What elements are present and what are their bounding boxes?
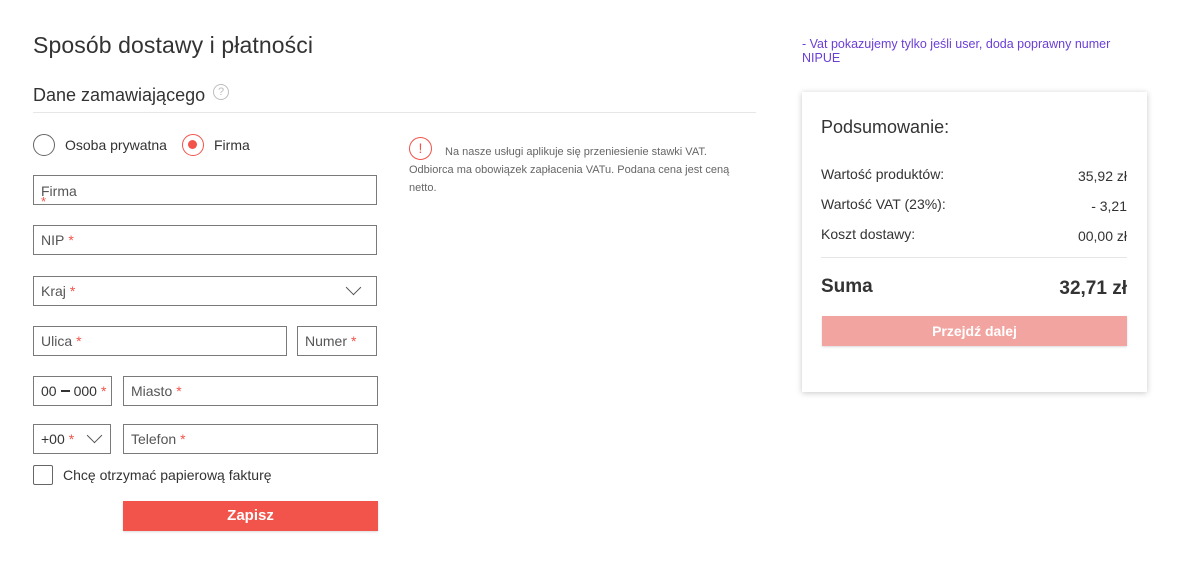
nip-required-mark: * (68, 232, 74, 248)
phone-field[interactable]: Telefon * (123, 424, 378, 454)
total-label: Suma (821, 276, 873, 297)
phone-required-mark: * (180, 431, 186, 447)
postcode-field[interactable]: 00 000 * (33, 376, 112, 406)
vat-notice-text: Na nasze usługi aplikuje się przeniesien… (409, 146, 730, 194)
postcode-required-mark: * (100, 383, 107, 399)
total-value: 32,71 zł (1059, 278, 1127, 299)
chevron-down-icon (86, 427, 103, 444)
number-required-mark: * (351, 333, 357, 349)
summary-row-vat: Wartość VAT (23%): - 3,21 (821, 196, 1127, 214)
summary-row-label: Wartość produktów: (821, 166, 945, 182)
city-field[interactable]: Miasto * (123, 376, 378, 406)
summary-row-value: 35,92 zł (1077, 168, 1127, 184)
radio-company-label: Firma (214, 137, 250, 153)
summary-row-value: 00,00 zł (1077, 228, 1127, 244)
phone-prefix-required-mark: * (68, 431, 75, 447)
company-field-label: Firma (41, 183, 77, 199)
city-required-mark: * (176, 383, 182, 399)
chevron-down-icon (345, 279, 362, 296)
summary-title: Podsumowanie: (821, 117, 950, 137)
summary-row-value: - 3,21 (1091, 198, 1127, 214)
postcode-dash (60, 390, 70, 392)
paper-invoice-checkbox[interactable] (33, 465, 53, 485)
company-field[interactable]: Firma * (33, 175, 377, 209)
summary-row-label: Wartość VAT (23%): (821, 196, 946, 212)
phone-field-label: Telefon (131, 431, 177, 447)
number-field[interactable]: Numer * (297, 326, 377, 356)
section-title: Dane zamawiającego (33, 85, 206, 105)
summary-divider (821, 257, 1127, 258)
nip-field[interactable]: NIP * (33, 225, 377, 255)
postcode-part2: 000 (73, 383, 97, 399)
summary-row-products: Wartość produktów: 35,92 zł (821, 166, 1127, 184)
postcode-part1: 00 (41, 383, 57, 399)
nip-field-label: NIP (41, 232, 65, 248)
street-field[interactable]: Ulica * (33, 326, 287, 356)
city-field-label: Miasto (131, 383, 173, 399)
summary-row-label: Koszt dostawy: (821, 226, 916, 242)
company-required-mark: * (41, 194, 47, 209)
country-select-label: Kraj (41, 283, 66, 299)
radio-private-person-label: Osoba prywatna (65, 137, 167, 153)
page-title: Sposób dostawy i płatności (33, 32, 314, 58)
phone-prefix-label: +00 (41, 431, 65, 447)
dev-note: - Vat pokazujemy tylko jeśli user, doda … (802, 37, 1111, 65)
paper-invoice-label: Chcę otrzymać papierową fakturę (63, 467, 272, 483)
radio-company-circle[interactable] (182, 134, 204, 156)
number-field-label: Numer (305, 333, 348, 349)
phone-prefix-select[interactable]: +00 * (33, 424, 111, 454)
radio-private-person-circle[interactable] (33, 134, 55, 156)
help-icon[interactable]: ? (213, 84, 229, 100)
order-summary-card: Podsumowanie: Wartość produktów: 35,92 z… (802, 92, 1147, 392)
paper-invoice-option[interactable]: Chcę otrzymać papierową fakturę (33, 465, 272, 485)
summary-row-shipping: Koszt dostawy: 00,00 zł (821, 226, 1127, 244)
radio-private-person[interactable]: Osoba prywatna (33, 134, 167, 156)
alert-icon: ! (409, 137, 432, 160)
street-field-label: Ulica (41, 333, 73, 349)
section-divider (33, 112, 756, 113)
radio-company[interactable]: Firma (182, 134, 250, 156)
country-required-mark: * (69, 283, 76, 299)
next-step-button[interactable]: Przejdź dalej (822, 316, 1127, 346)
street-required-mark: * (76, 333, 82, 349)
save-button[interactable]: Zapisz (123, 501, 378, 531)
country-select[interactable]: Kraj * (33, 276, 377, 306)
